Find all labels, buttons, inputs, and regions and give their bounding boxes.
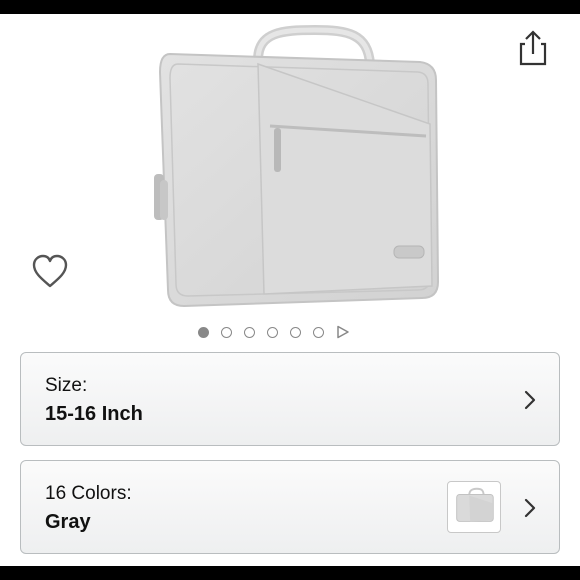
product-image[interactable] xyxy=(130,24,450,324)
color-value: Gray xyxy=(45,511,91,533)
heart-outline-icon[interactable] xyxy=(30,252,70,292)
size-selector[interactable]: Size: 15-16 Inch xyxy=(20,352,560,446)
gallery-dot-1[interactable] xyxy=(198,326,209,338)
gallery-dot-3[interactable] xyxy=(244,326,255,338)
product-detail-screen: Size: 15-16 Inch 16 Colors: Gray xyxy=(0,14,580,566)
gallery-dot-5[interactable] xyxy=(290,326,301,338)
size-value: 15-16 Inch xyxy=(45,403,143,425)
gallery-dot-2[interactable] xyxy=(221,326,232,338)
color-selector[interactable]: 16 Colors: Gray xyxy=(20,460,560,554)
size-label: Size: xyxy=(45,375,88,396)
share-icon[interactable] xyxy=(516,28,550,68)
gallery-dot-6[interactable] xyxy=(313,326,324,338)
gallery-pager xyxy=(198,323,350,341)
chevron-right-icon xyxy=(524,390,536,410)
chevron-right-icon xyxy=(524,498,536,518)
color-swatch-thumbnail[interactable] xyxy=(447,481,501,533)
bag-thumbnail-icon xyxy=(456,487,494,522)
gallery-dot-4[interactable] xyxy=(267,326,278,338)
play-video-icon[interactable] xyxy=(336,325,350,339)
color-count-label: 16 Colors: xyxy=(45,483,132,504)
